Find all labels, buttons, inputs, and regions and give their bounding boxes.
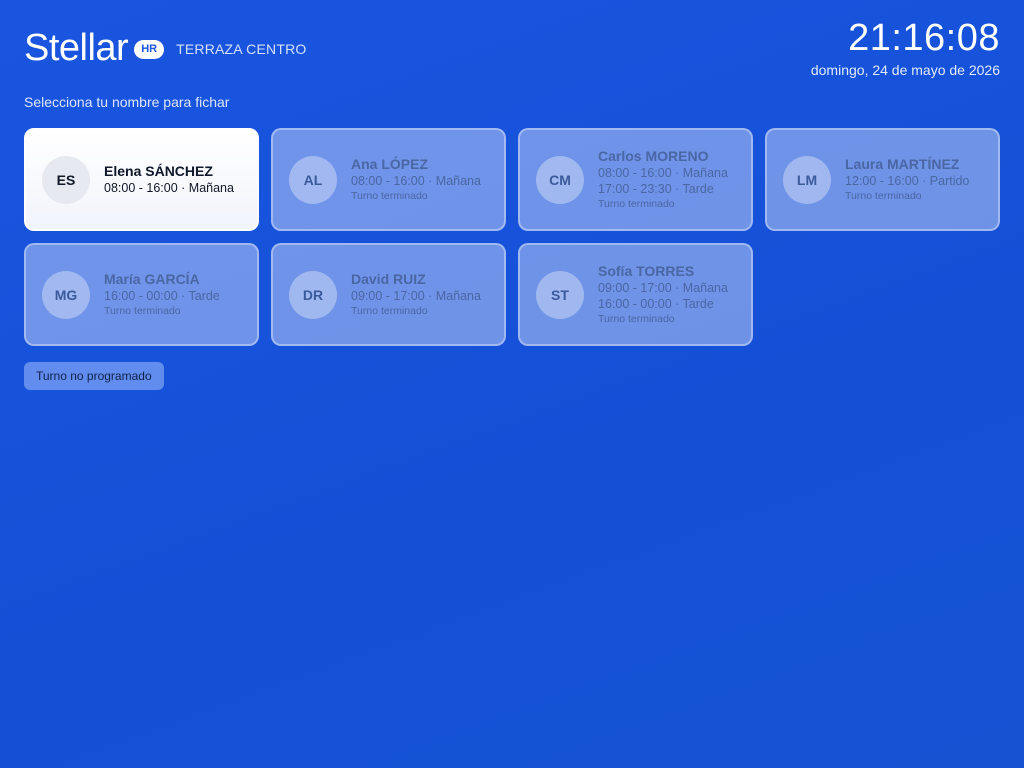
shift-status: Turno terminado — [845, 189, 922, 202]
header: Stellar HR TERRAZA CENTRO 21:16:08 domin… — [24, 17, 1000, 86]
clock: 21:16:08 domingo, 24 de mayo de 2026 — [811, 16, 1000, 78]
employee-shift: 08:00 - 16:00 · Mañana — [104, 181, 234, 195]
employee-shift: 17:00 - 23:30 · Tarde — [598, 181, 714, 196]
employee-card[interactable]: LM Laura MARTÍNEZ 12:00 - 16:00 · Partid… — [765, 128, 1000, 231]
avatar: MG — [42, 270, 90, 319]
employee-card[interactable]: ES Elena SÁNCHEZ 08:00 - 16:00 · Mañana — [24, 128, 259, 231]
shift-status: Turno terminado — [598, 197, 675, 210]
avatar: CM — [536, 155, 584, 204]
employee-name: David RUIZ — [351, 270, 426, 287]
employee-shift: 16:00 - 00:00 · Tarde — [598, 296, 714, 311]
employee-card[interactable]: MG María GARCÍA 16:00 - 00:00 · Tarde Tu… — [24, 243, 259, 346]
clock-time: 21:16:08 — [848, 17, 1000, 59]
employee-grid: ES Elena SÁNCHEZ 08:00 - 16:00 · Mañana … — [24, 128, 1000, 346]
location-name: TERRAZA CENTRO — [176, 41, 307, 57]
brand: Stellar HR TERRAZA CENTRO — [24, 26, 306, 70]
instruction-text: Selecciona tu nombre para fichar — [24, 94, 230, 110]
employee-name: Carlos MORENO — [598, 147, 709, 164]
avatar: AL — [289, 155, 337, 204]
employee-card[interactable]: AL Ana LÓPEZ 08:00 - 16:00 · Mañana Turn… — [271, 128, 506, 231]
avatar: ES — [42, 155, 90, 204]
employee-info: Carlos MORENO 08:00 - 16:00 · Mañana 17:… — [598, 148, 728, 212]
unscheduled-shift-button[interactable]: Turno no programado — [24, 362, 164, 390]
employee-name: Sofía TORRES — [598, 262, 695, 279]
logo: Stellar — [24, 27, 129, 69]
employee-info: Sofía TORRES 09:00 - 17:00 · Mañana 16:0… — [598, 263, 728, 327]
shift-status: Turno terminado — [104, 304, 181, 317]
employee-info: Ana LÓPEZ 08:00 - 16:00 · Mañana Turno t… — [351, 156, 481, 204]
employee-name: María GARCÍA — [104, 270, 200, 287]
employee-shift: 12:00 - 16:00 · Partido — [845, 173, 970, 188]
employee-info: Elena SÁNCHEZ 08:00 - 16:00 · Mañana — [104, 163, 234, 196]
logo-badge: HR — [134, 39, 165, 59]
employee-shift: 08:00 - 16:00 · Mañana — [598, 165, 728, 180]
employee-shift: 09:00 - 17:00 · Mañana — [351, 288, 481, 303]
employee-shift: 08:00 - 16:00 · Mañana — [351, 173, 481, 188]
employee-name: Ana LÓPEZ — [351, 155, 429, 172]
employee-info: Laura MARTÍNEZ 12:00 - 16:00 · Partido T… — [845, 156, 969, 204]
avatar: DR — [289, 270, 337, 319]
employee-card[interactable]: CM Carlos MORENO 08:00 - 16:00 · Mañana … — [518, 128, 753, 231]
employee-name: Laura MARTÍNEZ — [845, 155, 960, 172]
clock-date: domingo, 24 de mayo de 2026 — [810, 62, 1000, 78]
employee-shift: 16:00 - 00:00 · Tarde — [104, 288, 220, 303]
employee-info: David RUIZ 09:00 - 17:00 · Mañana Turno … — [351, 271, 481, 319]
employee-shift: 09:00 - 17:00 · Mañana — [598, 280, 728, 295]
employee-card[interactable]: ST Sofía TORRES 09:00 - 17:00 · Mañana 1… — [518, 243, 753, 346]
employee-card[interactable]: DR David RUIZ 09:00 - 17:00 · Mañana Tur… — [271, 243, 506, 346]
shift-status: Turno terminado — [598, 312, 675, 325]
shift-status: Turno terminado — [351, 189, 428, 202]
shift-status: Turno terminado — [351, 304, 428, 317]
avatar: ST — [536, 270, 584, 319]
employee-name: Elena SÁNCHEZ — [104, 163, 213, 179]
employee-info: María GARCÍA 16:00 - 00:00 · Tarde Turno… — [104, 271, 220, 319]
avatar: LM — [783, 155, 831, 204]
